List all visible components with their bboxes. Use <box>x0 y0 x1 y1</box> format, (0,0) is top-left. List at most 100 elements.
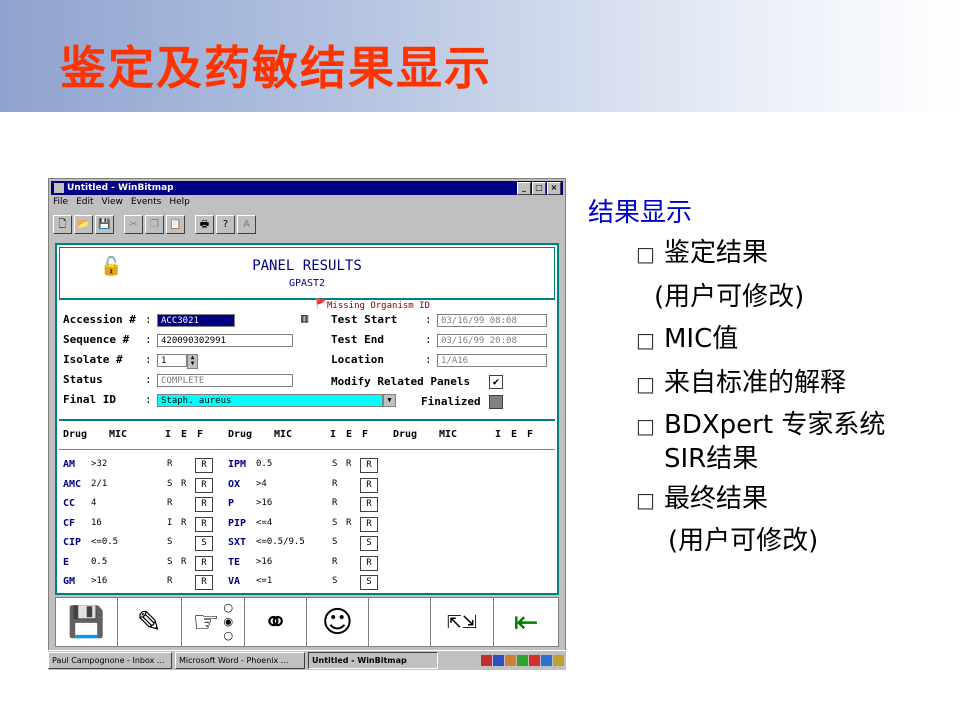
menu-file[interactable]: File <box>53 197 68 211</box>
drug-interp-instrument: R <box>167 576 173 586</box>
side-item: 鉴定结果 <box>664 238 769 268</box>
slide-title: 鉴定及药敏结果显示 <box>60 41 492 95</box>
final-id-select[interactable]: Staph. aureus <box>157 394 383 407</box>
accession-input[interactable]: ACC3021 <box>157 314 235 327</box>
drug-final-interp-field[interactable]: R <box>195 477 213 493</box>
isolate-input[interactable]: 1 <box>157 354 187 367</box>
new-file-icon[interactable]: 🗋 <box>53 215 72 234</box>
tray-shield-icon[interactable] <box>481 655 492 666</box>
drug-final-interp-field[interactable]: S <box>195 536 213 551</box>
drug-name: CF <box>63 517 76 529</box>
task-winbitmap[interactable]: Untitled - WinBitmap <box>308 652 438 669</box>
drug-name: E <box>63 556 70 568</box>
save-disk-icon[interactable]: 💾 <box>56 598 118 646</box>
blank-button[interactable] <box>369 598 431 646</box>
drug-mic-value: >16 <box>256 556 273 567</box>
drug-mic-value: 4 <box>91 498 97 508</box>
tray-app-icon[interactable] <box>517 655 528 666</box>
drug-final-interp-field[interactable]: R <box>360 555 378 571</box>
drug-name: IPM <box>228 459 247 470</box>
drug-name: VA <box>228 576 241 587</box>
drug-final-interp-field[interactable]: R <box>195 575 213 590</box>
radio-selected-icon[interactable]: ◉ <box>224 615 234 629</box>
close-button[interactable]: × <box>547 182 561 195</box>
drug-final-interp-field[interactable]: R <box>195 516 213 532</box>
drug-table-header: F <box>362 429 369 440</box>
tray-app-icon[interactable] <box>553 655 564 666</box>
app-icon <box>54 183 64 193</box>
rack-icon[interactable]: ▥ <box>301 311 308 325</box>
tray-app-icon[interactable] <box>505 655 516 666</box>
menu-events[interactable]: Events <box>131 197 161 211</box>
drug-final-interp-field[interactable]: S <box>360 575 378 590</box>
side-item: (用户可修改) <box>654 282 805 312</box>
exit-door-icon[interactable]: ⇤ <box>494 598 558 646</box>
location-label: Location <box>331 353 384 366</box>
window-titlebar[interactable]: Untitled - WinBitmap _ □ × <box>51 181 563 195</box>
print-icon[interactable]: 🖶 <box>195 215 214 234</box>
radio-option-icon[interactable]: ○ <box>224 601 234 615</box>
drug-interp-instrument: S <box>167 537 173 547</box>
drug-final-interp-field[interactable]: R <box>195 458 213 473</box>
drug-table-header: MIC <box>439 429 458 440</box>
isolate-spinner[interactable]: ▲ ▼ <box>187 354 198 369</box>
drug-name: CIP <box>63 537 82 548</box>
finalized-label: Finalized <box>421 395 481 408</box>
maximize-button[interactable]: □ <box>532 182 546 195</box>
divider <box>59 419 555 421</box>
finalized-checkbox[interactable] <box>489 395 503 409</box>
tray-network-icon[interactable] <box>493 655 504 666</box>
drug-mic-value: 16 <box>91 517 102 528</box>
drug-final-interp-field[interactable]: R <box>195 497 213 512</box>
paste-icon[interactable]: 📋 <box>166 215 185 234</box>
tray-app-icon[interactable] <box>529 655 540 666</box>
drug-final-interp-field[interactable]: S <box>360 536 378 551</box>
drug-final-interp-field[interactable]: R <box>195 555 213 571</box>
cut-icon[interactable]: ✂ <box>124 215 143 234</box>
location-field: 1/A16 <box>437 354 547 367</box>
menu-view[interactable]: View <box>102 197 123 211</box>
status-field: COMPLETE <box>157 374 293 387</box>
menubar: File Edit View Events Help <box>53 197 190 211</box>
radio-option-icon[interactable]: ○ <box>224 629 234 643</box>
drug-table-header: MIC <box>274 429 293 440</box>
open-folder-icon[interactable]: 📂 <box>74 215 93 234</box>
panel-header: 🔓 PANEL RESULTS GPAST2 <box>59 247 555 299</box>
drug-table-header: I <box>165 429 172 440</box>
task-word[interactable]: Microsoft Word - Phoenix ... <box>175 652 305 669</box>
sequence-input[interactable]: 420090302991 <box>157 334 293 347</box>
edit-brush-icon[interactable]: ✎ <box>118 598 182 646</box>
drug-table-header: I <box>330 429 337 440</box>
drug-interp-instrument: S <box>332 517 338 528</box>
minimize-button[interactable]: _ <box>517 182 531 195</box>
drug-final-interp-field[interactable]: R <box>360 516 378 532</box>
test-start-field: 03/16/99 08:08 <box>437 314 547 327</box>
drug-table-header: E <box>511 429 518 440</box>
drug-mic-value: <=4 <box>256 517 273 528</box>
drug-mic-value: >4 <box>256 478 267 489</box>
task-inbox[interactable]: Paul Campognone - Inbox ... <box>48 652 172 669</box>
menu-help[interactable]: Help <box>169 197 190 211</box>
expand-arrows-icon[interactable]: ⇱⇲ <box>431 598 495 646</box>
drug-interp-instrument: S <box>167 556 173 567</box>
modify-related-checkbox[interactable]: ✔ <box>489 375 503 389</box>
binoculars-icon[interactable]: ⚭ <box>245 598 307 646</box>
drug-final-interp-field[interactable]: R <box>360 497 378 512</box>
font-icon[interactable]: A <box>237 215 256 234</box>
help-icon[interactable]: ? <box>216 215 235 234</box>
drug-final-interp-field[interactable]: R <box>360 477 378 493</box>
drug-table-header: I <box>495 429 502 440</box>
accession-label: Accession # <box>63 313 136 326</box>
save-disk-icon[interactable]: 💾 <box>95 215 114 234</box>
drug-name: AM <box>63 459 76 470</box>
tray-app-icon[interactable] <box>541 655 552 666</box>
drug-final-interp-field[interactable]: R <box>360 458 378 473</box>
window-title: Untitled - WinBitmap <box>67 183 174 193</box>
menu-edit[interactable]: Edit <box>76 197 93 211</box>
chevron-down-icon[interactable]: ▼ <box>383 394 396 407</box>
copy-icon[interactable]: ❐ <box>145 215 164 234</box>
pointing-hand-icon[interactable]: ☞ ○ ◉ ○ <box>182 598 246 646</box>
drug-table-header: Drug <box>63 429 88 440</box>
drug-table-header: Drug <box>228 429 253 440</box>
expert-lightbulb-icon[interactable]: ☺ <box>307 598 369 646</box>
